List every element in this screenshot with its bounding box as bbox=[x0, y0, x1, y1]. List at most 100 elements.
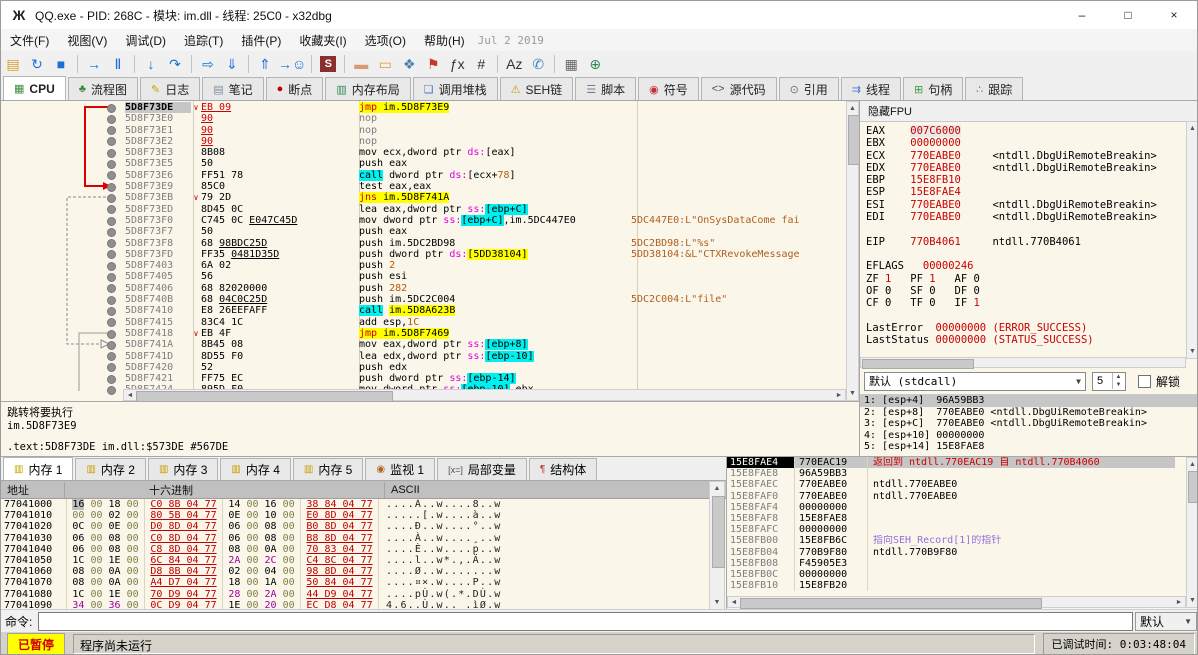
register-line[interactable] bbox=[866, 248, 1182, 260]
scroll-down-arrow[interactable]: ▼ bbox=[1187, 346, 1198, 357]
tab-dump3[interactable]: ▥内存 3 bbox=[148, 458, 218, 480]
tab-locals[interactable]: [x=]局部变量 bbox=[437, 458, 527, 480]
menu-item-文[interactable]: 文件(F) bbox=[1, 32, 58, 50]
run-to-user-code-icon[interactable]: →☺ bbox=[278, 53, 306, 75]
dump-vertical-scrollbar[interactable]: ▲ ▼ bbox=[709, 481, 725, 610]
register-line[interactable]: LastStatus 00000000 (STATUS_SUCCESS) bbox=[866, 334, 1182, 346]
open-file-icon[interactable]: ▤ bbox=[2, 53, 24, 75]
stack-row[interactable]: 15E8FB0C00000000 bbox=[727, 569, 1175, 580]
disasm-row[interactable]: 5D8F73DE∨EB 09jmp im.5D8F73E9 bbox=[1, 102, 846, 113]
command-profile-select[interactable]: 默认 ▼ bbox=[1135, 612, 1197, 631]
menu-item-追[interactable]: 追踪(T) bbox=[175, 32, 232, 50]
tab-call-stack[interactable]: ❏调用堆栈 bbox=[413, 77, 498, 100]
scrollbar-thumb[interactable] bbox=[862, 359, 974, 369]
step-down-icon[interactable]: ⇓ bbox=[221, 53, 243, 75]
browser-icon[interactable]: ⊕ bbox=[584, 53, 606, 75]
register-line[interactable]: OF 0 SF 0 DF 0 bbox=[866, 285, 1182, 297]
stack-row[interactable]: 15E8FB0015E8FB6C指向SEH_Record[1]的指针 bbox=[727, 535, 1175, 546]
scroll-up-arrow[interactable]: ▲ bbox=[847, 103, 858, 114]
disasm-row[interactable]: 5D8F73E550push eax bbox=[1, 158, 846, 169]
menu-item-视[interactable]: 视图(V) bbox=[58, 32, 116, 50]
tab-watch1[interactable]: ◉监视 1 bbox=[365, 458, 435, 480]
menu-item-插[interactable]: 插件(P) bbox=[232, 32, 290, 50]
register-line[interactable]: ESI 770EABE0 <ntdll.DbgUiRemoteBreakin> bbox=[866, 199, 1182, 211]
menu-item-帮[interactable]: 帮助(H) bbox=[415, 32, 474, 50]
register-line[interactable]: EDI 770EABE0 <ntdll.DbgUiRemoteBreakin> bbox=[866, 211, 1182, 223]
register-line[interactable]: EAX 007C6000 bbox=[866, 125, 1182, 137]
stop-icon[interactable]: ■ bbox=[50, 53, 72, 75]
tab-script[interactable]: ☰脚本 bbox=[575, 77, 636, 100]
tab-cpu[interactable]: ▦CPU bbox=[3, 76, 66, 100]
tab-threads[interactable]: ⇉线程 bbox=[841, 77, 901, 100]
dump-row[interactable]: 770410501C 00 1E 006C 84 04 772A 00 2C 0… bbox=[1, 555, 709, 566]
scroll-right-arrow[interactable]: ► bbox=[833, 390, 845, 401]
scroll-left-arrow[interactable]: ◄ bbox=[728, 597, 740, 608]
register-line[interactable]: EBP 15E8FB10 bbox=[866, 174, 1182, 186]
restart-icon[interactable]: ↻ bbox=[26, 53, 48, 75]
register-line[interactable]: CF 0 TF 0 IF 1 bbox=[866, 297, 1182, 309]
register-line[interactable] bbox=[866, 309, 1182, 321]
scrollbar-thumb[interactable] bbox=[1188, 471, 1198, 503]
tab-breakpoints[interactable]: ●断点 bbox=[266, 77, 324, 100]
tab-source[interactable]: <>源代码 bbox=[701, 77, 777, 100]
register-line[interactable] bbox=[866, 223, 1182, 235]
disasm-row[interactable]: 5D8F73E985C0test eax,eax bbox=[1, 181, 846, 192]
step-into-icon[interactable]: ↓ bbox=[140, 53, 162, 75]
functions-icon[interactable]: ƒx bbox=[446, 53, 468, 75]
disasm-row[interactable]: 5D8F741583C4 1Cadd esp,1C bbox=[1, 317, 846, 328]
disasm-row[interactable]: 5D8F740668 82020000push 282 bbox=[1, 283, 846, 294]
stack-row[interactable]: 15E8FB04770B9F80ntdll.770B9F80 bbox=[727, 547, 1175, 558]
argument-row[interactable]: 3: [esp+C] 770EABE0 <ntdll.DbgUiRemoteBr… bbox=[860, 418, 1198, 430]
comments-icon[interactable]: ▭ bbox=[374, 53, 396, 75]
tab-handles[interactable]: ⊞句柄 bbox=[903, 77, 963, 100]
menu-item-收[interactable]: 收藏夹(I) bbox=[290, 32, 355, 50]
tab-dump5[interactable]: ▥内存 5 bbox=[293, 458, 363, 480]
stack-row[interactable]: 15E8FAE4770EAC19返回到 ntdll.770EAC19 自 ntd… bbox=[727, 457, 1175, 468]
scroll-right-arrow[interactable]: ► bbox=[1173, 597, 1185, 608]
stack-row[interactable]: 15E8FAF0770EABE0ntdll.770EABE0 bbox=[727, 491, 1175, 502]
memory-dump[interactable]: 7704100016 00 18 00C0 8B 04 7714 00 16 0… bbox=[1, 499, 709, 610]
stack-list[interactable]: 15E8FAE4770EAC19返回到 ntdll.770EAC19 自 ntd… bbox=[727, 457, 1175, 598]
scroll-up-arrow[interactable]: ▲ bbox=[710, 483, 724, 494]
tab-notes[interactable]: ▤笔记 bbox=[202, 77, 263, 100]
scrollbar-thumb[interactable] bbox=[712, 496, 725, 568]
disasm-horizontal-scrollbar[interactable]: ◄ ► bbox=[123, 389, 846, 401]
attach-icon[interactable]: ✆ bbox=[527, 53, 549, 75]
disasm-row[interactable]: 5D8F740B68 04C0C25Dpush im.5DC2C0045DC2C… bbox=[1, 294, 846, 305]
dump-row[interactable]: 7704101000 00 02 0080 5B 04 770E 00 10 0… bbox=[1, 510, 709, 521]
run-icon[interactable]: → bbox=[83, 53, 105, 75]
tab-dump4[interactable]: ▥内存 4 bbox=[220, 458, 290, 480]
scroll-down-arrow[interactable]: ▼ bbox=[847, 388, 858, 399]
tab-dump1[interactable]: ▥内存 1 bbox=[3, 457, 73, 480]
argument-row[interactable]: 5: [esp+14] 15E8FAE8 bbox=[860, 441, 1198, 453]
tab-graph[interactable]: ♣流程图 bbox=[68, 77, 138, 100]
register-line[interactable]: ZF 1 PF 1 AF 0 bbox=[866, 273, 1182, 285]
register-line[interactable] bbox=[866, 346, 1182, 355]
minimize-button[interactable]: – bbox=[1059, 1, 1105, 29]
tab-memory-map[interactable]: ▥内存布局 bbox=[325, 77, 410, 100]
register-list[interactable]: EAX 007C6000EBX 00000000ECX 770EABE0 <nt… bbox=[866, 125, 1182, 355]
run-to-cursor-icon[interactable]: ⇨ bbox=[197, 53, 219, 75]
unlock-checkbox[interactable] bbox=[1138, 375, 1151, 388]
disasm-row[interactable]: 5D8F7421FF75 ECpush dword ptr ss:[ebp-14… bbox=[1, 373, 846, 384]
stack-row[interactable]: 15E8FAF815E8FAE8 bbox=[727, 513, 1175, 524]
disasm-row[interactable]: 5D8F742052push edx bbox=[1, 362, 846, 373]
disasm-row[interactable]: 5D8F73ED8D45 0Clea eax,dword ptr ss:[ebp… bbox=[1, 204, 846, 215]
tab-references[interactable]: ⊙引用 bbox=[779, 77, 839, 100]
maximize-button[interactable]: □ bbox=[1105, 1, 1151, 29]
dump-row[interactable]: 7704106008 00 0A 00D8 8B 04 7702 00 04 0… bbox=[1, 566, 709, 577]
disasm-row[interactable]: 5D8F741A8B45 08mov eax,dword ptr ss:[ebp… bbox=[1, 339, 846, 350]
disassembly-pane[interactable]: 5D8F73DE∨EB 09jmp im.5D8F73E95D8F73E090n… bbox=[1, 101, 859, 401]
menu-item-调[interactable]: 调试(D) bbox=[116, 32, 175, 50]
register-line[interactable]: EDX 770EABE0 <ntdll.DbgUiRemoteBreakin> bbox=[866, 162, 1182, 174]
tab-seh[interactable]: ⚠SEH链 bbox=[500, 77, 574, 100]
registers-vertical-scrollbar[interactable]: ▲ ▼ bbox=[1186, 121, 1198, 359]
disasm-row[interactable]: 5D8F73E6FF51 78call dword ptr ds:[ecx+78… bbox=[1, 170, 846, 181]
argument-row[interactable]: 2: [esp+8] 770EABE0 <ntdll.DbgUiRemoteBr… bbox=[860, 407, 1198, 419]
disasm-row[interactable]: 5D8F7410E8 26EEFAFFcall im.5D8A623B bbox=[1, 305, 846, 316]
stack-pane[interactable]: 15E8FAE4770EAC19返回到 ntdll.770EAC19 自 ntd… bbox=[726, 457, 1198, 610]
register-line[interactable]: ECX 770EABE0 <ntdll.DbgUiRemoteBreakin> bbox=[866, 150, 1182, 162]
disasm-row[interactable]: 5D8F741D8D55 F0lea edx,dword ptr ss:[ebp… bbox=[1, 351, 846, 362]
dump-row[interactable]: 7704104006 00 08 00C8 8D 04 7708 00 0A 0… bbox=[1, 544, 709, 555]
disasm-row[interactable]: 5D8F73FDFF35 0481D35Dpush dword ptr ds:[… bbox=[1, 249, 846, 260]
